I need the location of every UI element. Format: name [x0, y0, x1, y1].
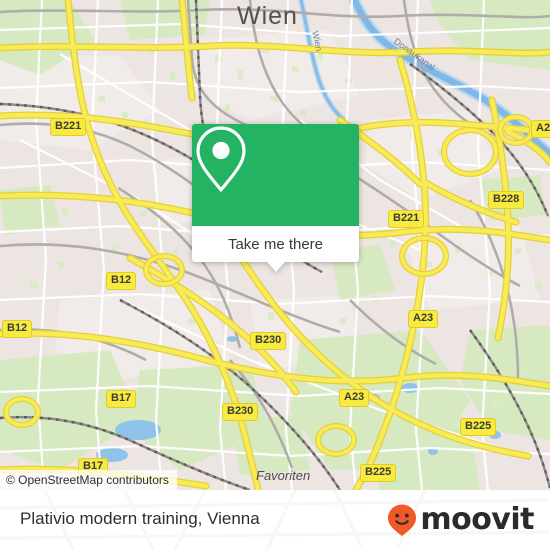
osm-attribution[interactable]: © OpenStreetMap contributors: [0, 470, 177, 490]
road-shield-b17-north[interactable]: B17: [106, 390, 137, 408]
popup-footer[interactable]: Take me there: [192, 226, 359, 262]
road-shield-b221-west[interactable]: B221: [50, 118, 87, 136]
take-me-there-label: Take me there: [227, 235, 324, 253]
map-pin-icon: [196, 126, 246, 192]
road-shield-b12-west[interactable]: B12: [2, 320, 33, 338]
popup-header: [192, 124, 359, 226]
road-shield-b228[interactable]: B228: [488, 191, 525, 209]
map-label-district: Favoriten: [256, 468, 311, 483]
road-shield-b12-north[interactable]: B12: [106, 272, 137, 290]
road-shield-b230-south[interactable]: B230: [222, 403, 259, 421]
road-shield-a23-south[interactable]: A23: [339, 389, 370, 407]
moovit-smiley-pin-icon: [388, 504, 417, 536]
moovit-wordmark: moovit: [420, 502, 534, 537]
popup-pointer-tail: [266, 262, 285, 272]
footer-bar: Plativio modern training, Vienna moovit: [0, 490, 550, 550]
map-label-city: Wien: [237, 2, 298, 30]
road-shield-b225-east[interactable]: B225: [460, 418, 497, 436]
road-shield-b230-north[interactable]: B230: [250, 332, 287, 350]
road-shield-a2[interactable]: A2: [531, 120, 550, 138]
location-title: Plativio modern training, Vienna: [20, 509, 260, 528]
road-shield-b225-south[interactable]: B225: [360, 464, 397, 482]
road-shield-b221-east[interactable]: B221: [388, 210, 425, 228]
moovit-map-screenshot: Wien Favoriten Donaukanal Wien B221 B12 …: [0, 0, 550, 550]
moovit-brand[interactable]: moovit: [386, 503, 534, 537]
location-popup-card[interactable]: Take me there: [192, 124, 359, 272]
map-canvas[interactable]: Wien Favoriten Donaukanal Wien B221 B12 …: [0, 0, 550, 490]
road-shield-a23-north[interactable]: A23: [408, 310, 439, 328]
